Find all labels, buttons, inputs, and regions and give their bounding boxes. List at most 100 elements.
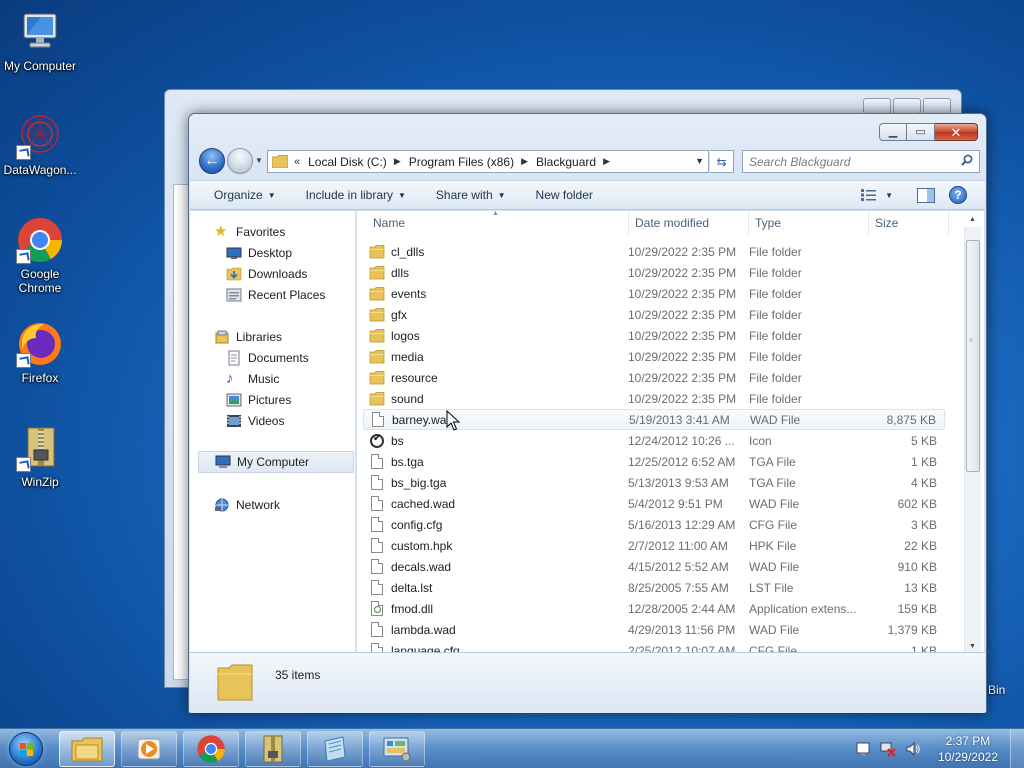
forward-button[interactable]: → — [227, 148, 253, 174]
folder-row[interactable]: sound 10/29/2022 2:35 PM File folder — [363, 388, 945, 409]
maximize-button[interactable] — [893, 98, 921, 114]
folder-row[interactable]: resource 10/29/2022 2:35 PM File folder — [363, 367, 945, 388]
desktop-icon-google-chrome[interactable]: Google Chrome — [0, 216, 80, 295]
scroll-down-icon[interactable]: ▼ — [969, 643, 976, 650]
folder-row[interactable]: cl_dlls 10/29/2022 2:35 PM File folder — [363, 241, 945, 262]
help-icon[interactable]: ? — [949, 186, 967, 204]
close-button[interactable] — [923, 98, 951, 114]
folder-row[interactable]: media 10/29/2022 2:35 PM File folder — [363, 346, 945, 367]
file-name-cell: bs_big.tga — [369, 474, 446, 491]
organize-button[interactable]: Organize ▼ — [214, 188, 276, 202]
file-type: TGA File — [749, 454, 796, 469]
volume-icon[interactable] — [905, 741, 921, 757]
column-header-size[interactable]: Size — [869, 211, 949, 235]
taskbar-notepad-button[interactable] — [307, 731, 363, 767]
action-center-icon[interactable] — [855, 741, 871, 757]
nav-downloads[interactable]: Downloads — [226, 264, 307, 284]
file-row[interactable]: cached.wad 5/4/2012 9:51 PM WAD File 602 KB — [363, 493, 945, 514]
nav-pictures[interactable]: Pictures — [226, 390, 291, 410]
close-button[interactable]: ✕ — [935, 123, 978, 141]
shortcut-arrow-icon — [16, 145, 31, 160]
desktop-icon-my-computer[interactable]: My Computer — [0, 8, 80, 73]
file-row[interactable]: lambda.wad 4/29/2013 11:56 PM WAD File 1,37… — [363, 619, 945, 640]
desktop-icon-winzip[interactable]: WinZip — [0, 424, 80, 489]
file-row[interactable]: decals.wad 4/15/2012 5:52 AM WAD File 910 K… — [363, 556, 945, 577]
nav-music[interactable]: ♪ Music — [226, 369, 279, 389]
share-with-button[interactable]: Share with ▼ — [436, 188, 506, 202]
address-overflow-icon[interactable]: « — [294, 156, 300, 168]
vertical-scrollbar[interactable]: ▲ ≡ ▼ — [964, 216, 981, 652]
nav-desktop[interactable]: Desktop — [226, 243, 292, 263]
minimize-button[interactable]: ▁ — [879, 123, 907, 141]
search-icon[interactable] — [961, 154, 973, 166]
recycle-bin-label[interactable]: Bin — [988, 683, 1005, 697]
include-in-library-button[interactable]: Include in library ▼ — [306, 188, 406, 202]
refresh-button[interactable]: ⇆ — [710, 150, 734, 173]
file-name: bs.tga — [391, 454, 424, 469]
file-row[interactable]: fmod.dll 12/28/2005 2:44 AM Application ex… — [363, 598, 945, 619]
folder-row[interactable]: dlls 10/29/2022 2:35 PM File folder — [363, 262, 945, 283]
nav-documents[interactable]: Documents — [226, 348, 309, 368]
taskbar-explorer-button[interactable] — [59, 731, 115, 767]
show-desktop-button[interactable] — [1010, 729, 1024, 768]
documents-icon — [228, 350, 240, 366]
nav-videos[interactable]: Videos — [226, 411, 284, 431]
recent-pages-dropdown[interactable]: ▼ — [255, 156, 263, 165]
new-folder-button[interactable]: New folder — [536, 188, 593, 202]
file-row[interactable]: delta.lst 8/25/2005 7:55 AM LST File 13 KB — [363, 577, 945, 598]
window-controls: ▁ ▭ ✕ — [879, 123, 978, 141]
scroll-up-icon[interactable]: ▲ — [969, 216, 976, 223]
file-type: WAD File — [749, 622, 800, 637]
chevron-right-icon[interactable]: ▶ — [521, 156, 528, 167]
nav-my-computer[interactable]: My Computer — [198, 451, 354, 473]
taskbar-chrome-button[interactable] — [183, 731, 239, 767]
clock[interactable]: 2:37 PM 10/29/2022 — [938, 733, 998, 765]
file-row[interactable]: language.cfg 2/25/2012 10:07 AM CFG File 1 … — [363, 640, 945, 652]
column-header-name[interactable]: Name ▲ — [367, 211, 629, 235]
start-button[interactable] — [5, 730, 47, 768]
mouse-cursor-icon — [446, 410, 460, 431]
file-row[interactable]: bs.tga 12/25/2012 6:52 AM TGA File 1 KB — [363, 451, 945, 472]
maximize-button[interactable]: ▭ — [907, 123, 935, 141]
column-header-date-modified[interactable]: Date modified — [629, 211, 749, 235]
file-row[interactable]: bs_big.tga 5/13/2013 9:53 AM TGA File 4 KB — [363, 472, 945, 493]
folder-row[interactable]: events 10/29/2022 2:35 PM File folder — [363, 283, 945, 304]
file-type: File folder — [749, 370, 802, 385]
nav-libraries[interactable]: Libraries — [214, 327, 282, 347]
file-row[interactable]: config.cfg 5/16/2013 12:29 AM CFG File 3 KB — [363, 514, 945, 535]
nav-favorites[interactable]: ★ Favorites — [214, 222, 285, 242]
explorer-window[interactable]: ▁ ▭ ✕ ← → ▼ « Local Disk (C:) ▶ Program … — [188, 113, 987, 713]
breadcrumb-local-disk[interactable]: Local Disk (C:) ▶ — [308, 155, 409, 169]
file-name: config.cfg — [391, 517, 443, 532]
change-view-button[interactable]: ▼ — [861, 189, 893, 201]
folder-row[interactable]: gfx 10/29/2022 2:35 PM File folder — [363, 304, 945, 325]
file-date: 10/29/2022 2:35 PM — [628, 265, 737, 280]
media-player-icon — [137, 738, 161, 760]
column-header-type[interactable]: Type — [749, 211, 869, 235]
back-button[interactable]: ← — [199, 148, 225, 174]
preview-pane-icon[interactable] — [917, 187, 935, 203]
breadcrumb-program-files[interactable]: Program Files (x86) ▶ — [409, 155, 536, 169]
nav-recent-places[interactable]: Recent Places — [226, 285, 325, 305]
search-input[interactable]: Search Blackguard — [742, 150, 980, 173]
breadcrumb-label: Local Disk (C:) — [308, 154, 387, 169]
file-type: LST File — [749, 580, 794, 595]
breadcrumb-blackguard[interactable]: Blackguard ▶ — [536, 155, 618, 169]
address-history-dropdown-icon[interactable]: ▼ — [695, 156, 704, 166]
desktop-icon-firefox[interactable]: Firefox — [0, 320, 80, 385]
file-row[interactable]: bs 12/24/2012 10:26 ... Icon 5 KB — [363, 430, 945, 451]
folder-row[interactable]: logos 10/29/2022 2:35 PM File folder — [363, 325, 945, 346]
taskbar-control-panel-button[interactable] — [369, 731, 425, 767]
taskbar-media-player-button[interactable] — [121, 731, 177, 767]
file-row[interactable]: custom.hpk 2/7/2012 11:00 AM HPK File 22 KB — [363, 535, 945, 556]
scrollbar-thumb[interactable] — [966, 240, 980, 472]
address-bar[interactable]: « Local Disk (C:) ▶ Program Files (x86) … — [267, 150, 709, 173]
taskbar-winzip-button[interactable] — [245, 731, 301, 767]
nav-network[interactable]: Network — [214, 495, 280, 515]
desktop-icon-datawagon[interactable]: DataWagon... — [0, 112, 80, 177]
network-disconnected-icon[interactable] — [880, 741, 896, 757]
minimize-button[interactable] — [863, 98, 891, 114]
file-date: 12/25/2012 6:52 AM — [628, 454, 736, 469]
chevron-right-icon[interactable]: ▶ — [603, 156, 610, 167]
chevron-right-icon[interactable]: ▶ — [394, 156, 401, 167]
